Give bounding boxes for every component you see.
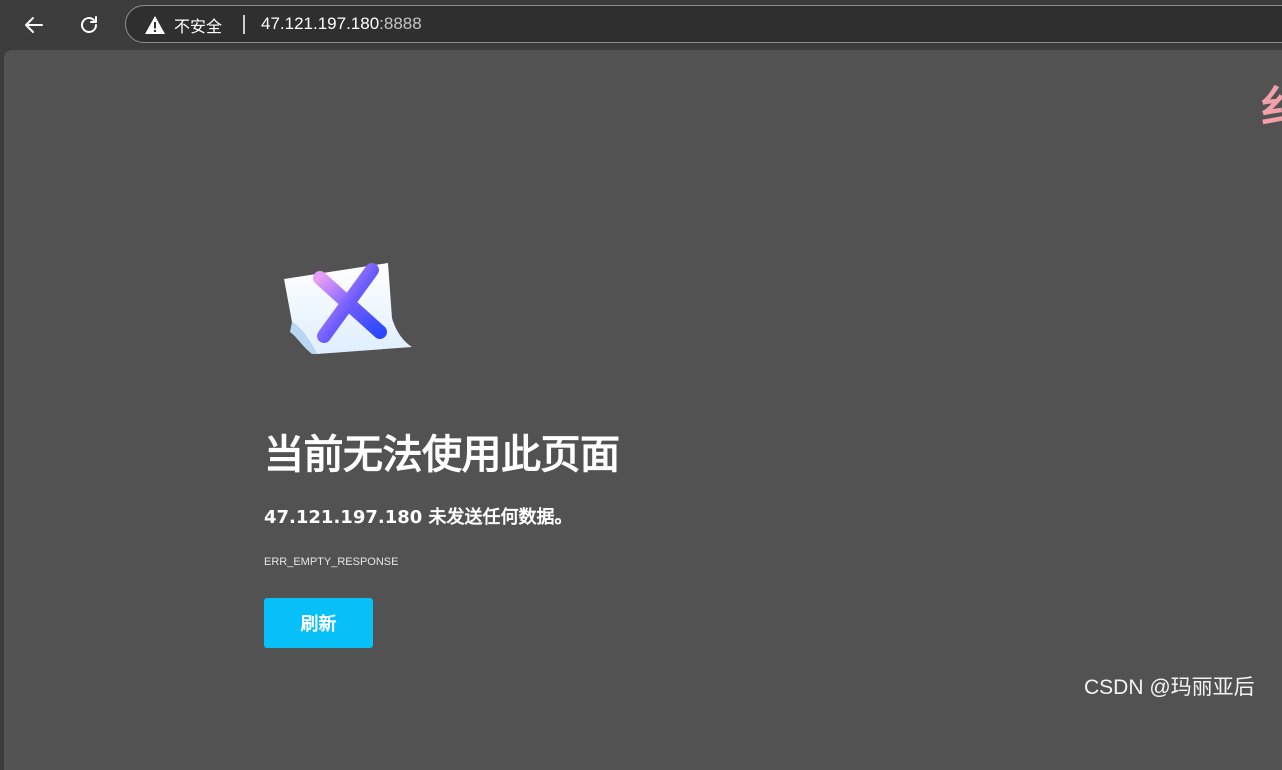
address-separator bbox=[243, 15, 245, 34]
corner-cut-off-text: 纟 bbox=[1260, 86, 1282, 130]
watermark: CSDN @玛丽亚后 bbox=[1084, 676, 1255, 699]
security-indicator[interactable]: 不安全 bbox=[144, 13, 222, 37]
error-description: 47.121.197.180 未发送任何数据。 bbox=[264, 507, 573, 528]
back-button[interactable] bbox=[16, 7, 52, 43]
url-port: :8888 bbox=[379, 14, 422, 33]
error-code: ERR_EMPTY_RESPONSE bbox=[264, 556, 399, 568]
warning-triangle-icon bbox=[145, 16, 165, 34]
arrow-left-icon bbox=[25, 17, 43, 33]
url-text[interactable]: 47.121.197.180:8888 bbox=[261, 14, 422, 34]
reload-button[interactable]: 刷新 bbox=[264, 598, 373, 648]
browser-toolbar: 不安全 47.121.197.180:8888 bbox=[0, 0, 1282, 50]
url-host: 47.121.197.180 bbox=[261, 14, 380, 33]
page-viewport: 纟 当前无法使用此页面 47.121.197.180 未发送任何数据。 ERR_… bbox=[4, 50, 1282, 770]
error-document-x-icon bbox=[284, 263, 412, 354]
address-bar[interactable]: 不安全 47.121.197.180:8888 bbox=[125, 5, 1282, 43]
page-title: 当前无法使用此页面 bbox=[264, 432, 620, 478]
security-label: 不安全 bbox=[174, 17, 223, 36]
reload-icon bbox=[81, 16, 97, 33]
reload-toolbar-button[interactable] bbox=[71, 7, 107, 43]
